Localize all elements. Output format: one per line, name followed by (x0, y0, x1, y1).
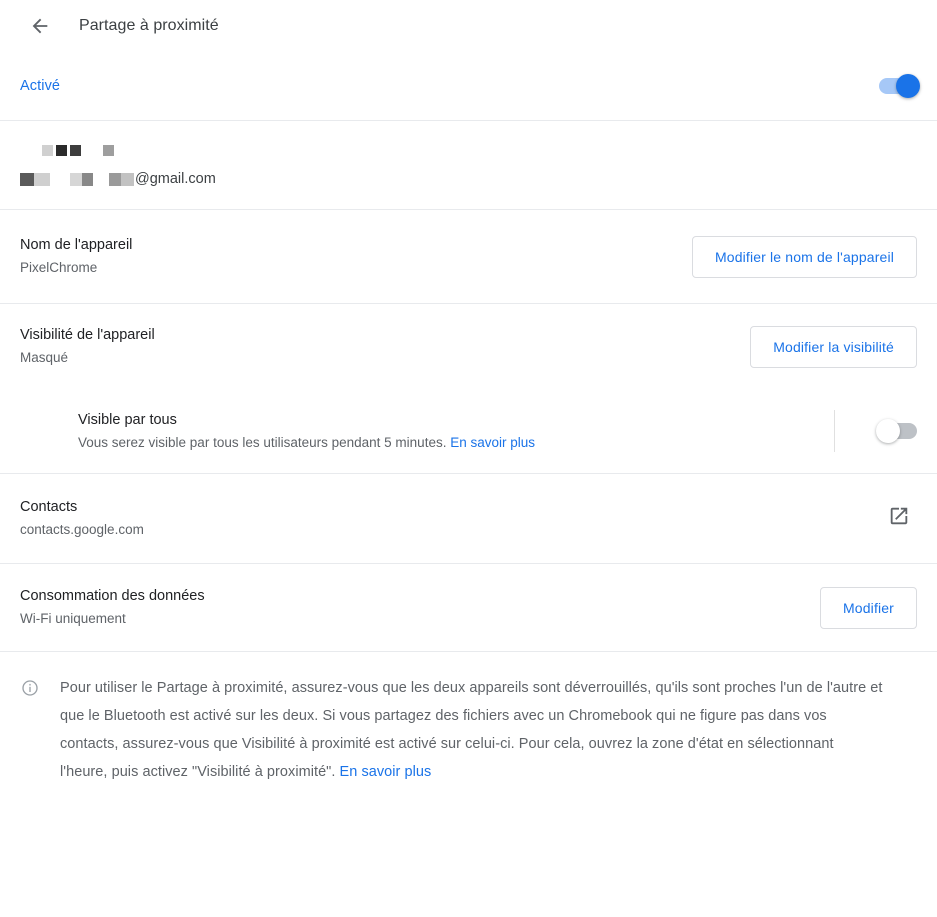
visible-to-all-learn-more-link[interactable]: En savoir plus (450, 435, 535, 450)
toggle-knob (896, 74, 920, 98)
visible-to-all-title: Visible par tous (78, 411, 177, 428)
edit-data-usage-button[interactable]: Modifier (820, 586, 917, 629)
device-visibility-text: Visibilité de l'appareil Masqué (20, 325, 750, 368)
account-email: @gmail.com (20, 171, 917, 187)
contacts-title: Contacts (20, 499, 78, 515)
data-usage-row: Consommation des données Wi-Fi uniquemen… (0, 564, 937, 651)
contacts-text: Contacts contacts.google.com (20, 497, 881, 540)
nearby-share-settings-page: Partage à proximité Activé @gmail.com No… (0, 0, 937, 917)
data-usage-title: Consommation des données (20, 588, 205, 604)
footnote: Pour utiliser le Partage à proximité, as… (0, 652, 937, 786)
open-in-new-icon (888, 505, 910, 532)
visible-to-all-row: Visible par tous Vous serez visible par … (0, 389, 937, 473)
footnote-text: Pour utiliser le Partage à proximité, as… (60, 674, 885, 786)
edit-visibility-button[interactable]: Modifier la visibilité (750, 325, 917, 368)
visible-to-all-toggle-wrap (834, 410, 917, 452)
account-name-redacted (42, 143, 917, 157)
device-visibility-row: Visibilité de l'appareil Masqué Modifier… (0, 304, 937, 389)
nearby-share-master-toggle[interactable] (879, 74, 920, 98)
device-name-value: PixelChrome (20, 260, 98, 275)
page-title: Partage à proximité (79, 17, 219, 34)
account-row: @gmail.com (0, 121, 937, 209)
visible-to-all-text: Visible par tous Vous serez visible par … (78, 410, 834, 453)
data-usage-value: Wi-Fi uniquement (20, 611, 126, 626)
info-icon (20, 674, 42, 786)
visible-to-all-description: Vous serez visible par tous les utilisat… (78, 433, 834, 453)
enable-label: Activé (20, 78, 61, 94)
page-header: Partage à proximité (0, 0, 937, 52)
nearby-share-enable-row: Activé (0, 52, 937, 120)
vertical-separator (834, 410, 835, 452)
email-domain: @gmail.com (135, 171, 216, 187)
visible-to-all-description-text: Vous serez visible par tous les utilisat… (78, 434, 447, 450)
arrow-back-icon (29, 15, 51, 37)
toggle-knob (876, 419, 900, 443)
visible-to-all-toggle[interactable] (876, 419, 917, 443)
device-visibility-value: Masqué (20, 350, 69, 365)
contacts-open-in-new-button[interactable] (881, 501, 917, 537)
footnote-body: Pour utiliser le Partage à proximité, as… (60, 680, 883, 780)
contacts-row[interactable]: Contacts contacts.google.com (0, 474, 937, 563)
contacts-value: contacts.google.com (20, 522, 144, 537)
back-button[interactable] (22, 8, 58, 44)
footnote-learn-more-link[interactable]: En savoir plus (340, 764, 432, 780)
edit-device-name-button[interactable]: Modifier le nom de l'appareil (691, 235, 917, 278)
device-name-row: Nom de l'appareil PixelChrome Modifier l… (0, 210, 937, 303)
device-name-title: Nom de l'appareil (20, 237, 133, 253)
data-usage-text: Consommation des données Wi-Fi uniquemen… (20, 586, 820, 629)
device-name-text: Nom de l'appareil PixelChrome (20, 235, 692, 278)
device-visibility-title: Visibilité de l'appareil (20, 327, 155, 343)
